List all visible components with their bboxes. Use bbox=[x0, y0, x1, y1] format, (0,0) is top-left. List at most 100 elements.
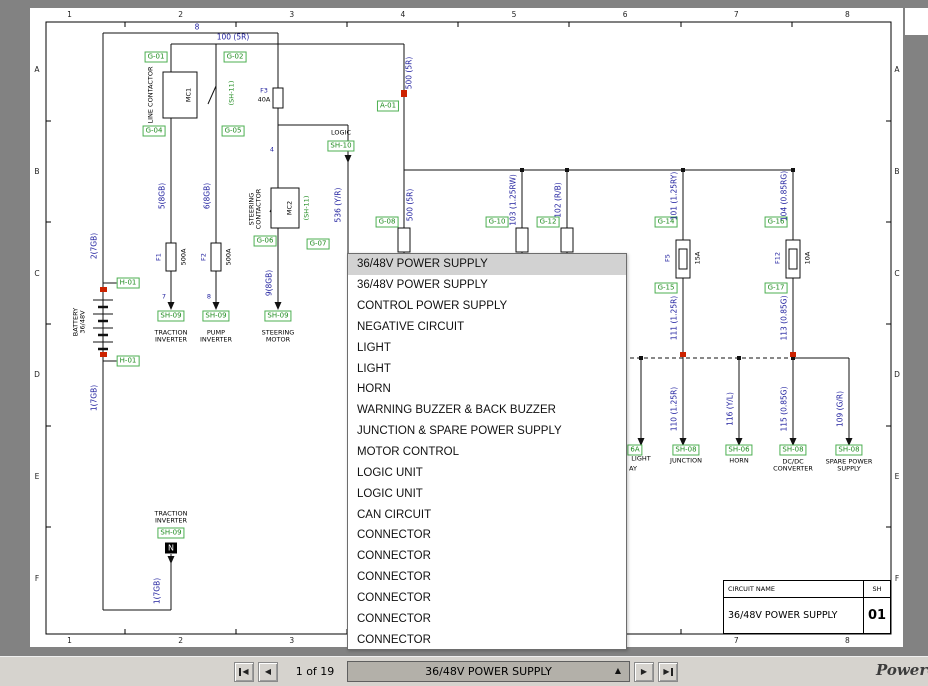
fuse-label-f3: F3 bbox=[260, 87, 268, 94]
viewport-corner bbox=[905, 8, 928, 35]
grid-coordinate-label: 1 bbox=[14, 9, 125, 19]
sheet-ref-sh09-traction-b[interactable]: SH-09 bbox=[157, 528, 184, 539]
connector-ref-h01-top[interactable]: H-01 bbox=[117, 278, 140, 289]
circuit-menu-item[interactable]: NEGATIVE CIRCUIT bbox=[348, 317, 626, 338]
circuit-menu-item[interactable]: CAN CIRCUIT bbox=[348, 504, 626, 525]
grid-coordinate-label: 2 bbox=[125, 9, 236, 19]
circuit-menu-item[interactable]: LOGIC UNIT bbox=[348, 462, 626, 483]
previous-page-button[interactable]: ◀ bbox=[258, 662, 278, 682]
connector-ref-a01[interactable]: A-01 bbox=[377, 101, 399, 112]
connector-ref-g17[interactable]: G-17 bbox=[765, 283, 788, 294]
title-block-name-label: CIRCUIT NAME bbox=[724, 581, 864, 597]
component-label-mc1: MC1 bbox=[185, 88, 192, 102]
circuit-menu-item[interactable]: LOGIC UNIT bbox=[348, 483, 626, 504]
sheet-ref-sh09-steering[interactable]: SH-09 bbox=[264, 311, 291, 322]
connector-ref-g06[interactable]: G-06 bbox=[254, 236, 277, 247]
grid-coordinate-label: 2 bbox=[125, 635, 236, 645]
circuit-menu-item[interactable]: CONNECTOR bbox=[348, 608, 626, 629]
next-page-button[interactable]: ▶ bbox=[634, 662, 654, 682]
watermark: Powered bbox=[876, 661, 928, 679]
circuit-select[interactable]: 36/48V POWER SUPPLY ▲ bbox=[347, 661, 630, 682]
fuse-label-f5: F5 bbox=[664, 254, 671, 262]
connector-ref-g15[interactable]: G-15 bbox=[655, 283, 678, 294]
sheet-ref-sh10[interactable]: SH-10 bbox=[327, 141, 354, 152]
wire-label-2-7gb: 2(7GB) bbox=[91, 233, 100, 259]
last-page-button[interactable]: ▶ bbox=[658, 662, 678, 682]
component-label-traction-inverter-b: TRACTION INVERTER bbox=[155, 511, 188, 526]
circuit-menu-item[interactable]: LIGHT bbox=[348, 358, 626, 379]
first-page-button[interactable]: ◀ bbox=[234, 662, 254, 682]
wire-label-536: 536 (Y/R) bbox=[335, 188, 344, 223]
grid-coordinate-label: 3 bbox=[236, 635, 347, 645]
grid-coordinate-label: 8 bbox=[792, 635, 903, 645]
sheet-ref-sh09-pump[interactable]: SH-09 bbox=[202, 311, 229, 322]
fuse-label-f1: F1 bbox=[155, 253, 162, 261]
title-block-sheet-label: SH bbox=[864, 581, 890, 597]
wire-label-102: 102 (R/B) bbox=[555, 182, 564, 217]
wire-label-109: 109 (G/R) bbox=[837, 391, 846, 427]
fuse-label-f12: F12 bbox=[774, 252, 781, 264]
connector-ref-g02[interactable]: G-02 bbox=[224, 52, 247, 63]
wire-label-103: 103 (1.25RW) bbox=[510, 174, 519, 226]
circuit-menu-item[interactable]: CONNECTOR bbox=[348, 629, 626, 650]
component-label-spare-power: SPARE POWER SUPPLY bbox=[826, 459, 873, 474]
wire-label-8b: 8 bbox=[207, 293, 211, 300]
circuit-menu-item[interactable]: CONNECTOR bbox=[348, 588, 626, 609]
wire-label-1-7gb: 1(7GB) bbox=[91, 385, 100, 411]
sheet-ref-sh08-junction[interactable]: SH-08 bbox=[672, 445, 699, 456]
component-label-traction-inverter: TRACTION INVERTER bbox=[155, 330, 188, 345]
circuit-menu-item[interactable]: HORN bbox=[348, 379, 626, 400]
sheet-ref-sh06-horn[interactable]: SH-06 bbox=[725, 445, 752, 456]
wire-label-500-mid: 500 (5R) bbox=[407, 189, 416, 222]
fuse-rating-f12: 10A bbox=[804, 252, 811, 265]
sheet-ref-sh08-spare[interactable]: SH-08 bbox=[835, 445, 862, 456]
wire-label-500-top: 500 (5R) bbox=[406, 57, 415, 90]
wire-label-111: 111 (1.25R) bbox=[671, 296, 680, 340]
circuit-menu-item[interactable]: LIGHT bbox=[348, 337, 626, 358]
grid-coordinate-label: 3 bbox=[236, 9, 347, 19]
connector-ref-h01-bottom[interactable]: H-01 bbox=[117, 356, 140, 367]
circuit-menu-item[interactable]: JUNCTION & SPARE POWER SUPPLY bbox=[348, 421, 626, 442]
connector-ref-g10[interactable]: G-10 bbox=[486, 217, 509, 228]
grid-coordinate-label: C bbox=[892, 222, 902, 324]
component-label-light-fragment: LIGHT bbox=[631, 455, 650, 462]
grid-coordinate-label: 7 bbox=[681, 635, 792, 645]
circuit-menu-item[interactable]: 36/48V POWER SUPPLY bbox=[348, 254, 626, 275]
wire-label-9-8gb: 9(8GB) bbox=[266, 270, 275, 296]
circuit-menu-item[interactable]: 36/48V POWER SUPPLY bbox=[348, 275, 626, 296]
circuit-menu-item[interactable]: MOTOR CONTROL bbox=[348, 442, 626, 463]
connector-ref-g12[interactable]: G-12 bbox=[537, 217, 560, 228]
circuit-menu-item[interactable]: CONNECTOR bbox=[348, 546, 626, 567]
connector-ref-g05[interactable]: G-05 bbox=[222, 126, 245, 137]
grid-coordinate-label: D bbox=[32, 324, 42, 426]
grid-coordinate-label: B bbox=[892, 121, 902, 223]
wire-label-1-7gb-b: 1(7GB) bbox=[154, 578, 163, 604]
connector-ref-g01[interactable]: G-01 bbox=[145, 52, 168, 63]
circuit-menu-item[interactable]: CONNECTOR bbox=[348, 525, 626, 546]
circuit-menu-item[interactable]: WARNING BUZZER & BACK BUZZER bbox=[348, 400, 626, 421]
sheet-ref-sh11-mid[interactable]: (SH-11) bbox=[303, 196, 310, 221]
connector-ref-g07[interactable]: G-07 bbox=[307, 239, 330, 250]
grid-rows-left: ABCDEF bbox=[32, 19, 42, 629]
wire-label-8: 8 bbox=[195, 24, 200, 33]
dropdown-up-arrow-icon: ▲ bbox=[615, 667, 621, 675]
grid-coordinate-label: 5 bbox=[459, 9, 570, 19]
sheet-ref-sh09-traction[interactable]: SH-09 bbox=[157, 311, 184, 322]
circuit-menu-item[interactable]: CONTROL POWER SUPPLY bbox=[348, 296, 626, 317]
connector-ref-g04[interactable]: G-04 bbox=[143, 126, 166, 137]
grid-coordinate-label: 4 bbox=[347, 9, 458, 19]
previous-page-icon: ◀ bbox=[265, 668, 271, 676]
grid-coordinate-label: 7 bbox=[681, 9, 792, 19]
sheet-ref-sh11-top[interactable]: (SH-11) bbox=[228, 81, 235, 106]
wire-label-7: 7 bbox=[162, 293, 166, 300]
component-label-line-contactor: LINE CONTACTOR bbox=[147, 66, 154, 123]
wire-label-110: 110 (1.25R) bbox=[671, 387, 680, 431]
grid-coordinate-label: B bbox=[32, 121, 42, 223]
title-block-sheet-number: 01 bbox=[864, 598, 890, 633]
component-label-relay-fragment: AY bbox=[629, 465, 637, 472]
circuit-menu-item[interactable]: CONNECTOR bbox=[348, 567, 626, 588]
grid-coordinate-label: 6 bbox=[570, 9, 681, 19]
connector-ref-g08[interactable]: G-08 bbox=[376, 217, 399, 228]
sheet-ref-sh08-dcdc[interactable]: SH-08 bbox=[779, 445, 806, 456]
fuse-rating-f3: 40A bbox=[258, 96, 271, 103]
